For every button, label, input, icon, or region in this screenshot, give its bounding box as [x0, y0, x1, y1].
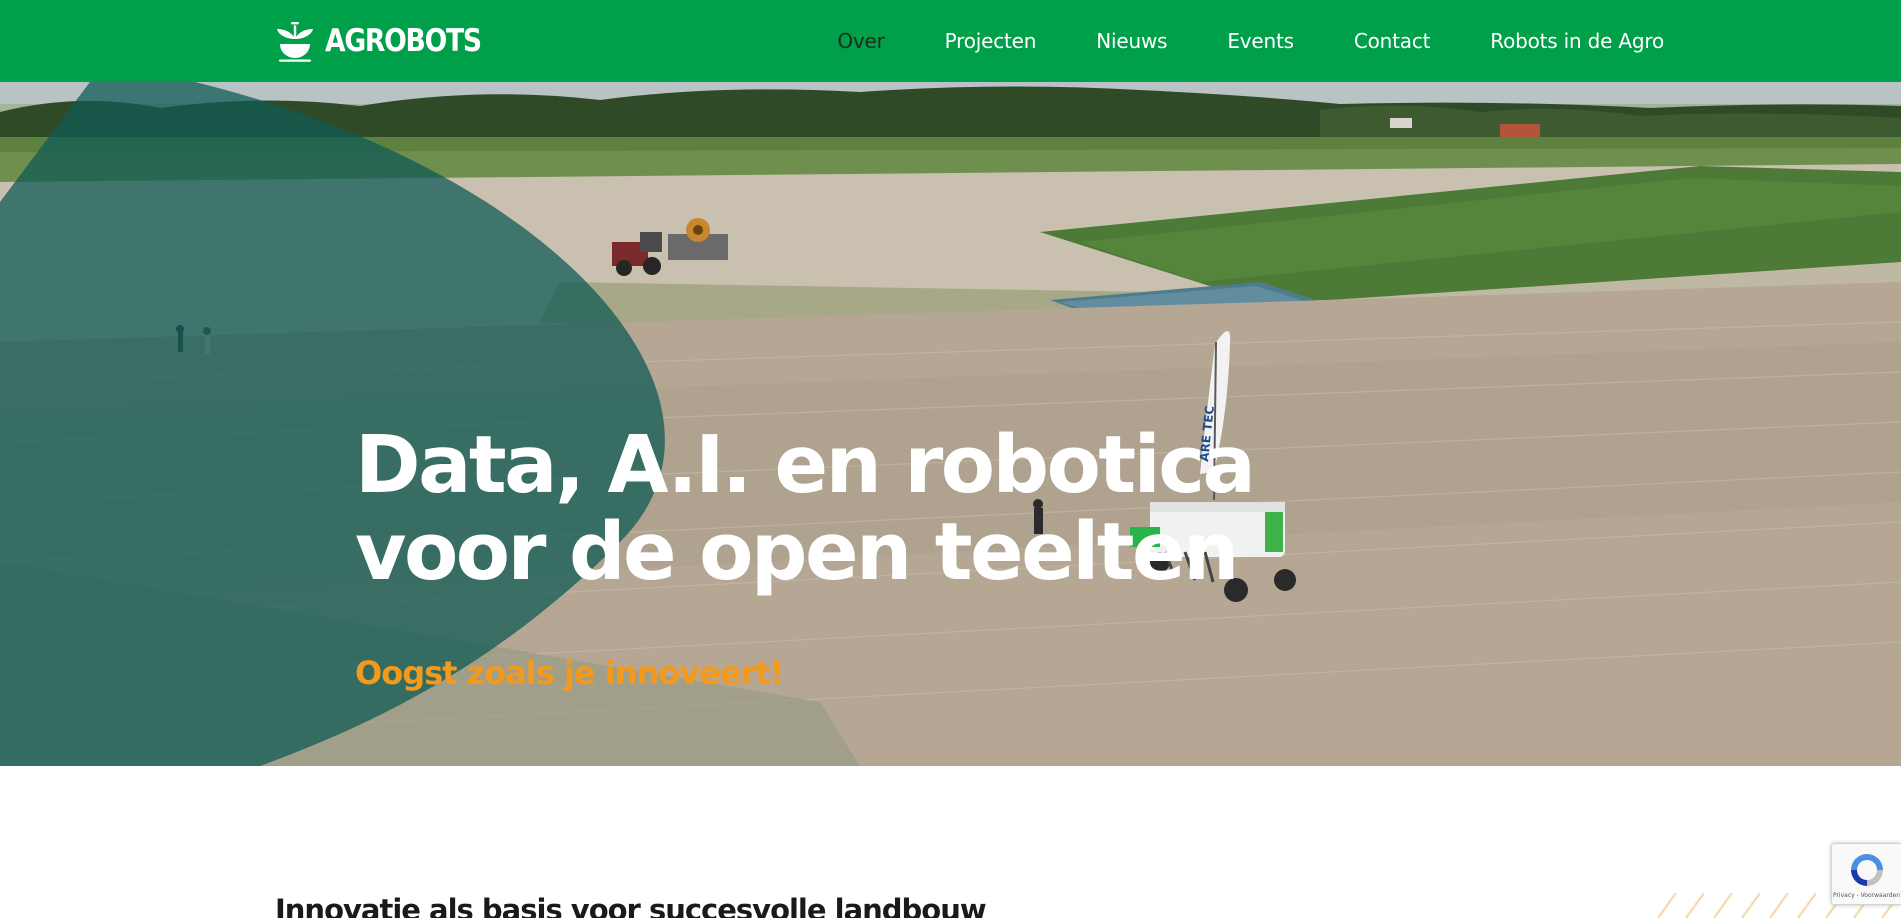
recaptcha-badge[interactable]: Privacy - Voorwaarden [1831, 843, 1901, 905]
main-nav: Over Projecten Nieuws Events Contact Rob… [777, 0, 1664, 82]
nav-item-over[interactable]: Over [837, 29, 885, 53]
section-title: Innovatie als basis voor succesvolle lan… [275, 893, 987, 918]
nav-item-contact[interactable]: Contact [1354, 29, 1431, 53]
site-header: AGROBOTS Over Projecten Nieuws Events Co… [0, 0, 1901, 82]
recaptcha-label: Privacy - Voorwaarden [1832, 892, 1901, 899]
recaptcha-icon [1850, 854, 1883, 886]
sprout-logo-icon [277, 22, 313, 62]
brand-name: AGROBOTS [325, 22, 482, 59]
nav-item-events[interactable]: Events [1227, 29, 1294, 53]
logo-link[interactable]: AGROBOTS [275, 18, 506, 64]
hero-title: Data, A.I. en robotica voor de open teel… [355, 422, 1355, 596]
hero-title-line-1: Data, A.I. en robotica [355, 419, 1256, 511]
nav-item-projecten[interactable]: Projecten [945, 29, 1037, 53]
nav-item-robots-in-de-agro[interactable]: Robots in de Agro [1490, 29, 1664, 53]
nav-item-nieuws[interactable]: Nieuws [1096, 29, 1167, 53]
hero-subtitle: Oogst zoals je innoveert! [355, 654, 784, 692]
hero-title-line-2: voor de open teelten [355, 506, 1239, 598]
hero-section: ARE TEC Data, A.I. en robotica voor de o… [0, 82, 1901, 766]
